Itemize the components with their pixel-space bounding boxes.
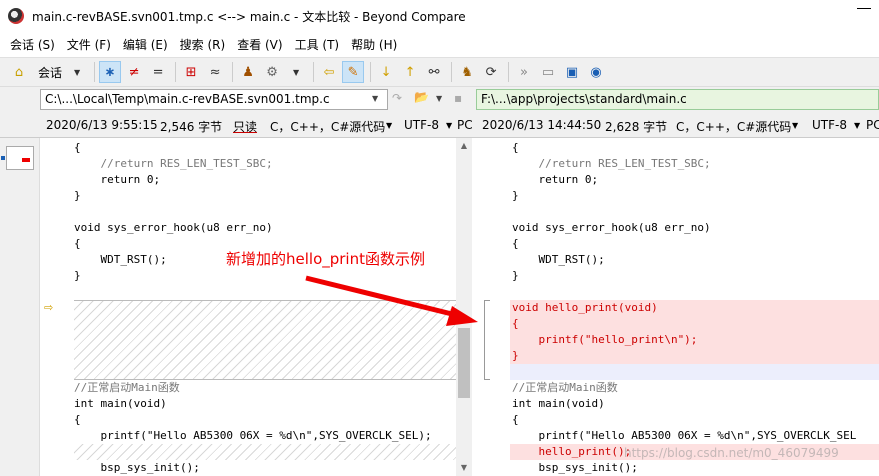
annotation-arrow	[305, 275, 478, 326]
watermark: https://blog.csdn.net/m0_46079499	[624, 446, 839, 460]
